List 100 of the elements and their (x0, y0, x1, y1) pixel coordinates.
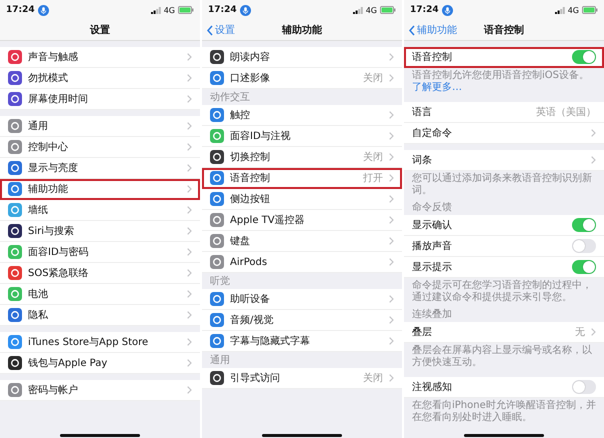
row-label: 通用 (28, 120, 48, 133)
chevron-right-icon (187, 290, 192, 298)
chevron-right-icon (187, 74, 192, 82)
chevron-right-icon (187, 338, 192, 346)
row-label: AirPods (230, 256, 268, 268)
settings-row[interactable]: 面容ID与密码 (0, 242, 200, 263)
row-value: 无 (575, 326, 585, 339)
row-label: 切换控制 (230, 150, 270, 164)
row-label: 屏幕使用时间 (28, 92, 88, 106)
settings-row[interactable]: 叠层 无 (404, 322, 604, 343)
settings-row[interactable]: AirPods (202, 252, 402, 273)
settings-row[interactable]: 语音控制 打开 (202, 168, 402, 189)
section-header: 连续叠加 (411, 308, 453, 322)
row-label: 显示提示 (412, 261, 452, 274)
row-label: SOS紧急联络 (28, 266, 89, 280)
settings-row[interactable]: 声音与触感 (0, 47, 200, 68)
footnote-text: 您可以通过添加词条来教语音控制识别新词。 (411, 172, 593, 198)
row-label: 自定命令 (412, 126, 452, 140)
settings-row[interactable]: 隐私 (0, 305, 200, 326)
signal-icon (554, 6, 565, 14)
chevron-right-icon (187, 164, 192, 172)
settings-row[interactable]: 通用 (0, 116, 200, 137)
settings-row[interactable]: iTunes Store与App Store (0, 332, 200, 353)
chevron-right-icon (187, 185, 192, 193)
page-title: 语音控制 (484, 23, 524, 37)
settings-row[interactable]: 语言 英语（美国） (404, 102, 604, 123)
settings-row[interactable]: 助听设备 (202, 289, 402, 310)
back-button[interactable]: 设置 (205, 23, 237, 37)
settings-row[interactable]: 字幕与隐藏式字幕 (202, 331, 402, 352)
settings-row[interactable]: 控制中心 (0, 137, 200, 158)
settings-row[interactable]: 注视感知 (404, 377, 604, 398)
toggle-switch[interactable] (572, 239, 596, 253)
settings-row[interactable]: 键盘 (202, 231, 402, 252)
settings-row[interactable]: 勿扰模式 (0, 68, 200, 89)
settings-row[interactable]: 辅助功能 (0, 179, 200, 200)
settings-row[interactable]: 切换控制 关闭 (202, 147, 402, 168)
settings-row[interactable]: Siri与搜索 (0, 221, 200, 242)
settings-row[interactable]: 密码与帐户 (0, 380, 200, 401)
settings-row[interactable]: 语音控制 (404, 47, 604, 68)
row-label: 辅助功能 (28, 182, 68, 196)
row-label: 字幕与隐藏式字幕 (230, 334, 310, 348)
settings-row[interactable]: SOS紧急联络 (0, 263, 200, 284)
chevron-right-icon (389, 132, 394, 140)
row-label: 侧边按钮 (230, 192, 270, 206)
row-label: Siri与搜索 (28, 224, 74, 238)
settings-row[interactable]: 触控 (202, 105, 402, 126)
learn-more-link[interactable]: 了解更多… (412, 82, 462, 93)
chevron-right-icon (389, 258, 394, 266)
settings-row[interactable]: Apple TV遥控器 (202, 210, 402, 231)
footnote-text: 语音控制允许您使用语音控制iOS设备。 了解更多… (411, 68, 590, 95)
settings-row[interactable]: 词条 (404, 150, 604, 171)
row-label: 钱包与Apple Pay (28, 356, 108, 370)
toggle-switch[interactable] (572, 380, 596, 394)
settings-row[interactable]: 侧边按钮 (202, 189, 402, 210)
settings-row[interactable]: 音频/视觉 (202, 310, 402, 331)
battery-icon (178, 6, 194, 14)
settings-row[interactable]: 朗读内容 (202, 47, 402, 68)
row-label: 词条 (412, 154, 432, 167)
row-label: 引导式访问 (230, 372, 280, 385)
row-label: 面容ID与注视 (230, 130, 291, 143)
footnote-text: 在您看向iPhone时允许唤醒语音控制，并在您看向别处时进入睡眠。 (411, 398, 597, 425)
chevron-right-icon (187, 311, 192, 319)
settings-row[interactable]: 显示与亮度 (0, 158, 200, 179)
row-label: 密码与帐户 (28, 384, 78, 397)
chevron-right-icon (187, 122, 192, 130)
settings-row[interactable]: 面容ID与注视 (202, 126, 402, 147)
row-label: 键盘 (230, 234, 250, 248)
toggle-switch[interactable] (572, 218, 596, 232)
chevron-right-icon (187, 227, 192, 235)
settings-row[interactable]: 引导式访问 关闭 (202, 368, 402, 389)
settings-row[interactable]: 显示确认 (404, 215, 604, 236)
chevron-right-icon (591, 129, 596, 137)
settings-row[interactable]: 电池 (0, 284, 200, 305)
section-header: 听觉 (209, 275, 231, 289)
chevron-right-icon (389, 374, 394, 382)
chevron-right-icon (187, 386, 192, 394)
chevron-right-icon (187, 248, 192, 256)
chevron-right-icon (187, 95, 192, 103)
row-value: 打开 (363, 172, 383, 185)
chevron-right-icon (389, 316, 394, 324)
settings-row[interactable]: 播放声音 (404, 236, 604, 257)
chevron-right-icon (187, 269, 192, 277)
page-title: 设置 (90, 24, 110, 37)
row-label: 语音控制 (230, 172, 270, 185)
settings-row[interactable]: 屏幕使用时间 (0, 89, 200, 110)
settings-row[interactable]: 钱包与Apple Pay (0, 353, 200, 374)
chevron-right-icon (187, 143, 192, 151)
row-value: 关闭 (363, 150, 383, 164)
back-button[interactable]: 辅助功能 (407, 23, 459, 37)
toggle-switch[interactable] (572, 50, 596, 64)
battery-icon (380, 6, 396, 14)
settings-row[interactable]: 自定命令 (404, 123, 604, 144)
network-label: 4G (164, 6, 175, 14)
footnote-text: 命令提示可在您学习语音控制的过程中，通过建议命令和提供提示来引导您。 (411, 278, 593, 305)
settings-row[interactable]: 口述影像 关闭 (202, 68, 402, 89)
settings-row[interactable]: 显示提示 (404, 257, 604, 278)
chevron-left-icon (207, 24, 213, 36)
toggle-switch[interactable] (572, 260, 596, 274)
settings-row[interactable]: 墙纸 (0, 200, 200, 221)
row-label: 音频/视觉 (230, 314, 274, 327)
